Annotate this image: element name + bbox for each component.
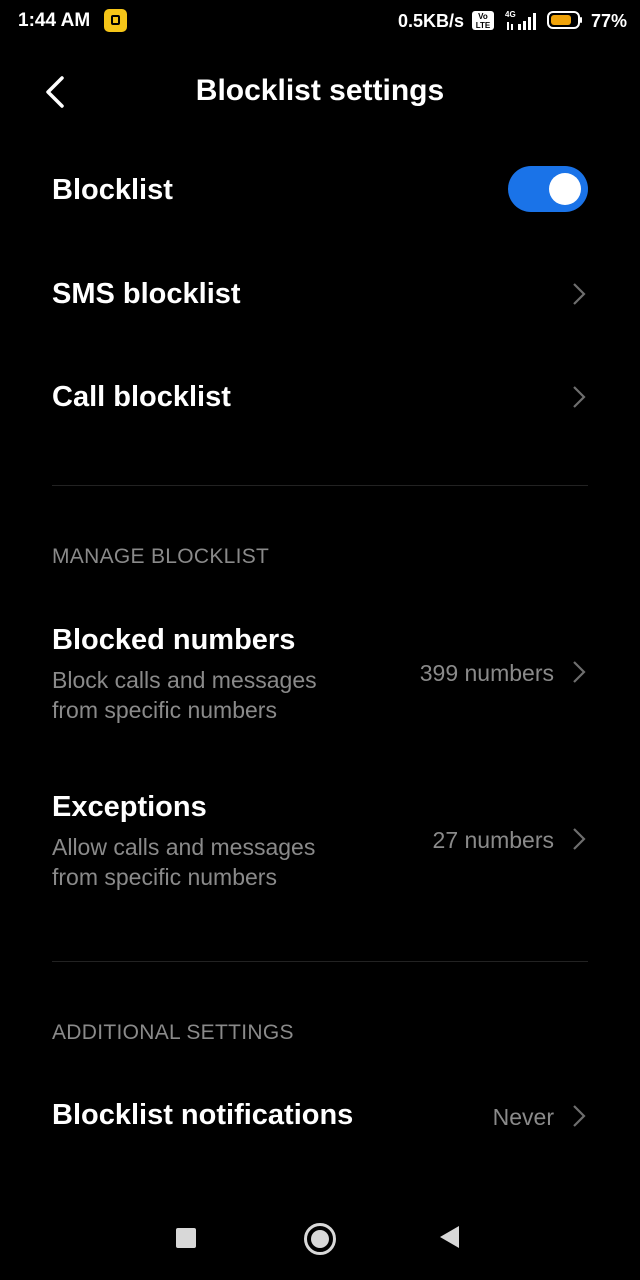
exceptions-label: Exceptions	[52, 791, 207, 823]
sms-blocklist-row[interactable]: SMS blocklist	[0, 252, 640, 336]
blocked-numbers-subtitle-line2: from specific numbers	[52, 697, 277, 723]
app-header: Blocklist settings	[0, 52, 640, 132]
chevron-right-icon	[573, 661, 586, 683]
call-blocklist-label: Call blocklist	[52, 381, 231, 413]
sms-blocklist-label: SMS blocklist	[52, 278, 241, 310]
chevron-right-icon	[573, 386, 586, 408]
network-type-label: 4G	[505, 10, 516, 19]
volte-bottom-label: LTE	[475, 21, 491, 30]
battery-percent: 77%	[591, 11, 628, 31]
section-divider	[52, 485, 588, 486]
blocked-numbers-count: 399 numbers	[419, 660, 554, 686]
notification-app-icon	[104, 9, 127, 32]
manage-blocklist-header: MANAGE BLOCKLIST	[52, 545, 270, 568]
call-blocklist-row[interactable]: Call blocklist	[0, 355, 640, 439]
chevron-right-icon	[573, 1105, 586, 1127]
section-divider	[52, 961, 588, 962]
blocked-numbers-label: Blocked numbers	[52, 624, 296, 656]
blocklist-notifications-value: Never	[492, 1104, 554, 1130]
system-nav-bar	[0, 1196, 640, 1280]
exceptions-subtitle: Allow calls and messages from specific n…	[52, 832, 372, 892]
exceptions-count: 27 numbers	[432, 827, 554, 853]
exceptions-subtitle-line2: from specific numbers	[52, 864, 277, 890]
page-title: Blocklist settings	[195, 74, 445, 107]
volte-top-label: Vo	[478, 12, 488, 21]
battery-icon	[547, 11, 582, 29]
status-time: 1:44 AM	[18, 10, 91, 31]
additional-settings-header: ADDITIONAL SETTINGS	[52, 1021, 294, 1044]
blocklist-label: Blocklist	[52, 174, 173, 206]
recents-button[interactable]	[176, 1228, 196, 1248]
blocked-numbers-row[interactable]: Blocked numbers Block calls and messages…	[0, 612, 640, 738]
home-button[interactable]	[304, 1223, 336, 1255]
network-speed: 0.5KB/s	[398, 11, 465, 31]
toggle-knob	[549, 173, 581, 205]
exceptions-row[interactable]: Exceptions Allow calls and messages from…	[0, 779, 640, 905]
volte-icon: Vo LTE	[472, 11, 494, 30]
blocklist-toggle[interactable]	[508, 166, 588, 212]
blocklist-notifications-row[interactable]: Blocklist notifications Never	[0, 1075, 640, 1159]
status-bar: 1:44 AM 0.5KB/s Vo LTE 4G 77%	[0, 0, 640, 44]
blocked-numbers-subtitle-line1: Block calls and messages	[52, 667, 317, 693]
system-back-button[interactable]	[440, 1226, 459, 1248]
signal-icon: 4G	[505, 10, 536, 30]
chevron-right-icon	[573, 283, 586, 305]
chevron-right-icon	[573, 828, 586, 850]
exceptions-subtitle-line1: Allow calls and messages	[52, 834, 316, 860]
blocklist-notifications-label: Blocklist notifications	[52, 1099, 354, 1131]
blocked-numbers-subtitle: Block calls and messages from specific n…	[52, 665, 372, 725]
